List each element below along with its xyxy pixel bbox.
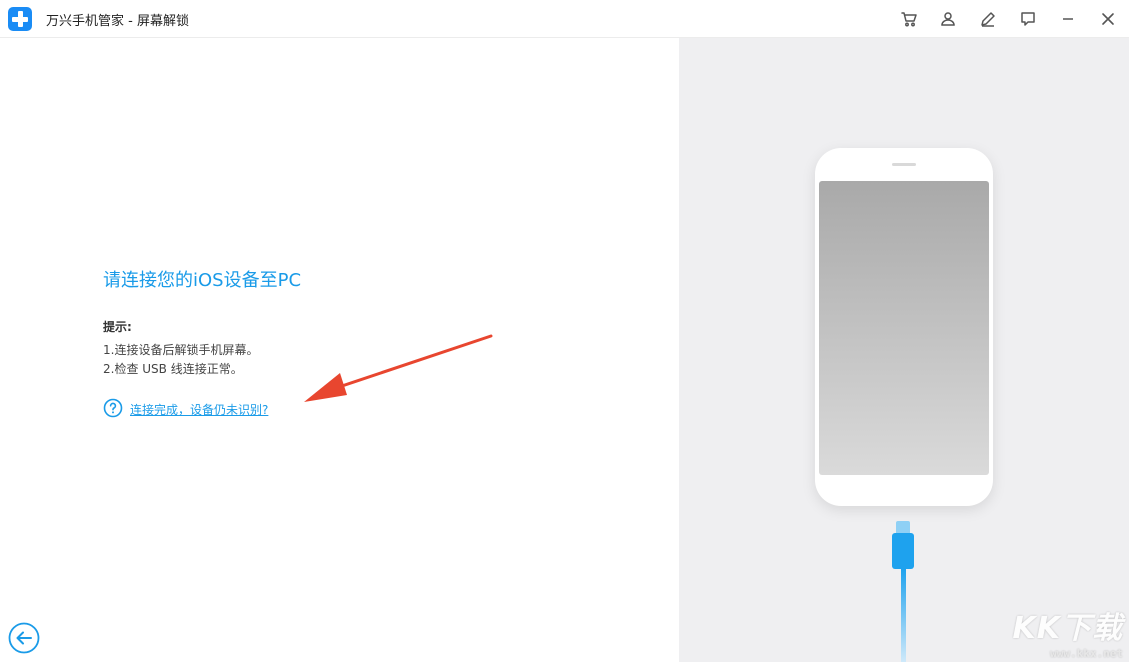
device-not-recognized-link[interactable]: 连接完成，设备仍未识别?	[130, 401, 268, 418]
device-illustration-pane: KK下载 www.kkx.net	[679, 38, 1129, 662]
title-bar: 万兴手机管家 - 屏幕解锁	[0, 0, 1129, 38]
watermark-url: www.kkx.net	[1050, 647, 1123, 660]
minimize-icon[interactable]	[1058, 9, 1078, 29]
phone-illustration	[815, 148, 993, 506]
help-circle-icon[interactable]	[103, 398, 123, 418]
page-heading: 请连接您的iOS设备至PC	[103, 270, 302, 291]
edit-icon[interactable]	[978, 9, 998, 29]
phone-screen	[819, 181, 989, 475]
tip-item: 1.连接设备后解锁手机屏幕。	[103, 343, 259, 357]
phone-speaker	[892, 163, 916, 166]
watermark: KK下载 www.kkx.net	[1013, 603, 1124, 660]
tip-item: 2.检查 USB 线连接正常。	[103, 362, 243, 376]
tips-title: 提示:	[103, 320, 132, 334]
window-title: 万兴手机管家 - 屏幕解锁	[46, 14, 189, 29]
cart-icon[interactable]	[899, 9, 919, 29]
back-arrow-icon[interactable]	[8, 622, 40, 654]
app-logo-icon	[8, 7, 32, 31]
feedback-icon[interactable]	[1018, 9, 1038, 29]
usb-cable	[901, 569, 906, 662]
instructions-pane: 请连接您的iOS设备至PC 提示: 1.连接设备后解锁手机屏幕。 2.检查 US…	[0, 38, 679, 662]
user-icon[interactable]	[938, 9, 958, 29]
watermark-logo: KK下载	[1012, 611, 1123, 646]
usb-connector-icon	[892, 521, 914, 569]
close-icon[interactable]	[1098, 9, 1118, 29]
annotation-arrow-icon	[304, 334, 493, 402]
